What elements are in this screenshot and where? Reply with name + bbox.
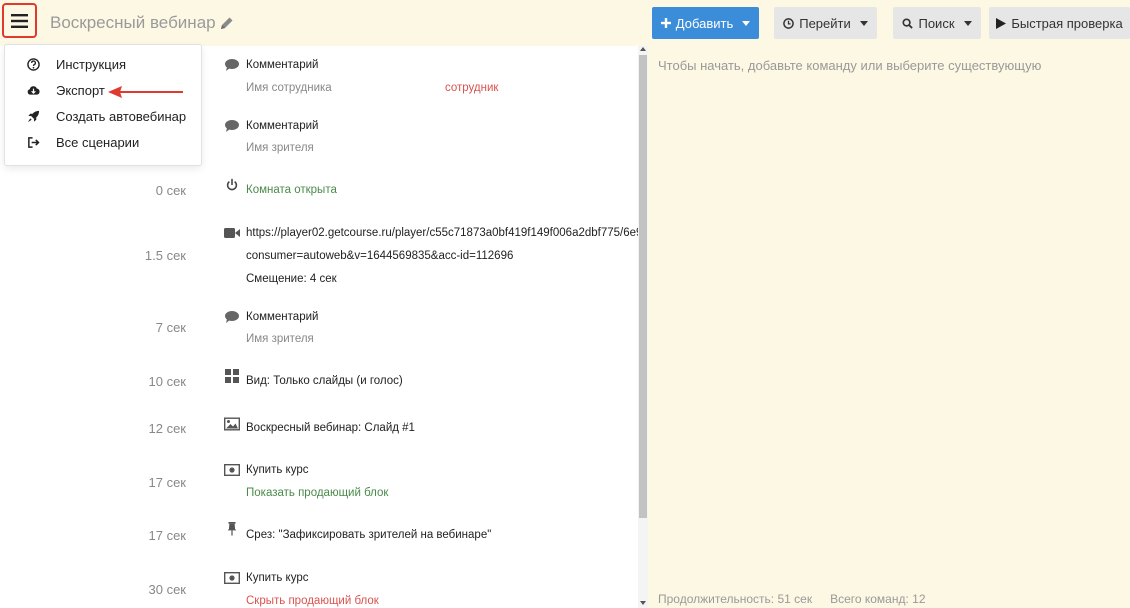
command-editor-panel [648, 46, 1130, 608]
menu-item-label: Экспорт [56, 83, 105, 98]
scroll-up-arrow-icon[interactable] [640, 47, 646, 51]
event-title[interactable]: Вид: Только слайды (и голос) [246, 375, 403, 387]
question-circle-icon [27, 58, 40, 71]
event-title[interactable]: Комментарий [246, 120, 318, 132]
search-icon [902, 17, 914, 29]
power-icon [226, 178, 238, 191]
video-url[interactable]: https://player02.getcourse.ru/player/c55… [246, 227, 638, 239]
annotation-arrow-icon [108, 86, 183, 98]
event-subtitle: Имя зрителя [246, 333, 314, 345]
caret-down-icon [963, 20, 972, 26]
video-offset: Смещение: 4 сек [246, 273, 337, 285]
event-time: 0 сек [155, 183, 186, 198]
hamburger-icon [11, 13, 28, 28]
summary-footer: Продолжительность: 51 сек Всего команд: 1… [658, 592, 926, 606]
menu-item-label: Создать автовебинар [56, 109, 187, 124]
cloud-download-icon [27, 86, 40, 95]
event-title[interactable]: Воскресный вебинар: Слайд #1 [246, 422, 415, 434]
clock-icon [783, 17, 795, 29]
event-title[interactable]: Купить курс [246, 572, 308, 584]
comment-icon [225, 311, 239, 323]
event-title[interactable]: Срез: "Зафиксировать зрителей на вебинар… [246, 529, 491, 541]
event-time: 17 сек [148, 528, 187, 543]
quick-check-button-label: Быстрая проверка [1011, 15, 1123, 31]
event-subtitle: Скрыть продающий блок [246, 595, 379, 607]
empty-state-text: Чтобы начать, добавьте команду или выбер… [658, 58, 1042, 73]
event-time: 17 сек [148, 475, 187, 490]
add-button[interactable]: Добавить [652, 7, 759, 39]
event-subtitle: Имя сотрудника [246, 82, 332, 94]
event-title[interactable]: Комната открыта [246, 184, 337, 196]
quick-check-button[interactable]: Быстрая проверка [989, 7, 1130, 39]
goto-button[interactable]: Перейти [774, 7, 877, 39]
page-title: Воскресный вебинар [50, 13, 234, 33]
main-menu-dropdown: Инструкция Экспорт Создать автовебинар В… [4, 44, 202, 166]
sign-out-icon [28, 137, 40, 148]
plus-icon [660, 18, 671, 28]
webinar-title: Воскресный вебинар [50, 13, 216, 32]
event-subtitle: Показать продающий блок [246, 487, 389, 499]
money-icon [224, 463, 240, 477]
rocket-icon [27, 110, 40, 123]
menu-item-all-scenarios[interactable]: Все сценарии [5, 131, 201, 153]
menu-item-label: Все сценарии [56, 135, 140, 150]
comment-icon [225, 120, 239, 132]
hamburger-menu-button[interactable] [2, 3, 37, 38]
pin-icon [227, 522, 237, 536]
event-time: 7 сек [155, 320, 186, 335]
event-role: сотрудник [445, 82, 499, 94]
pencil-icon[interactable] [220, 16, 234, 30]
comment-icon [225, 59, 239, 71]
menu-item-instruction[interactable]: Инструкция [5, 53, 201, 75]
event-time: 1.5 сек [144, 248, 186, 263]
goto-button-label: Перейти [799, 15, 851, 31]
scrollbar-thumb[interactable] [639, 55, 647, 518]
add-button-label: Добавить [675, 15, 734, 31]
menu-item-label: Инструкция [56, 57, 126, 72]
search-button-label: Поиск [918, 15, 955, 31]
scroll-down-arrow-icon[interactable] [640, 601, 646, 605]
event-title[interactable]: Комментарий [246, 59, 318, 71]
total-commands-text: Всего команд: 12 [830, 592, 926, 606]
image-icon [224, 417, 240, 431]
event-time: 30 сек [148, 582, 187, 597]
duration-text: Продолжительность: 51 сек [658, 592, 813, 606]
search-button[interactable]: Поиск [893, 7, 981, 39]
money-icon [224, 571, 240, 585]
event-title[interactable]: Купить курс [246, 464, 308, 476]
event-title[interactable]: Комментарий [246, 311, 318, 323]
video-url-continued: consumer=autoweb&v=1644569835&acc-id=112… [246, 250, 514, 262]
video-icon [224, 228, 240, 238]
event-subtitle: Имя зрителя [246, 142, 314, 154]
play-icon [996, 17, 1007, 29]
grid-icon [225, 369, 239, 383]
event-time: 10 сек [148, 374, 187, 389]
caret-down-icon [859, 20, 868, 26]
event-time: 12 сек [148, 421, 187, 436]
caret-down-icon [742, 20, 751, 26]
menu-item-create-autowebinar[interactable]: Создать автовебинар [5, 105, 201, 127]
